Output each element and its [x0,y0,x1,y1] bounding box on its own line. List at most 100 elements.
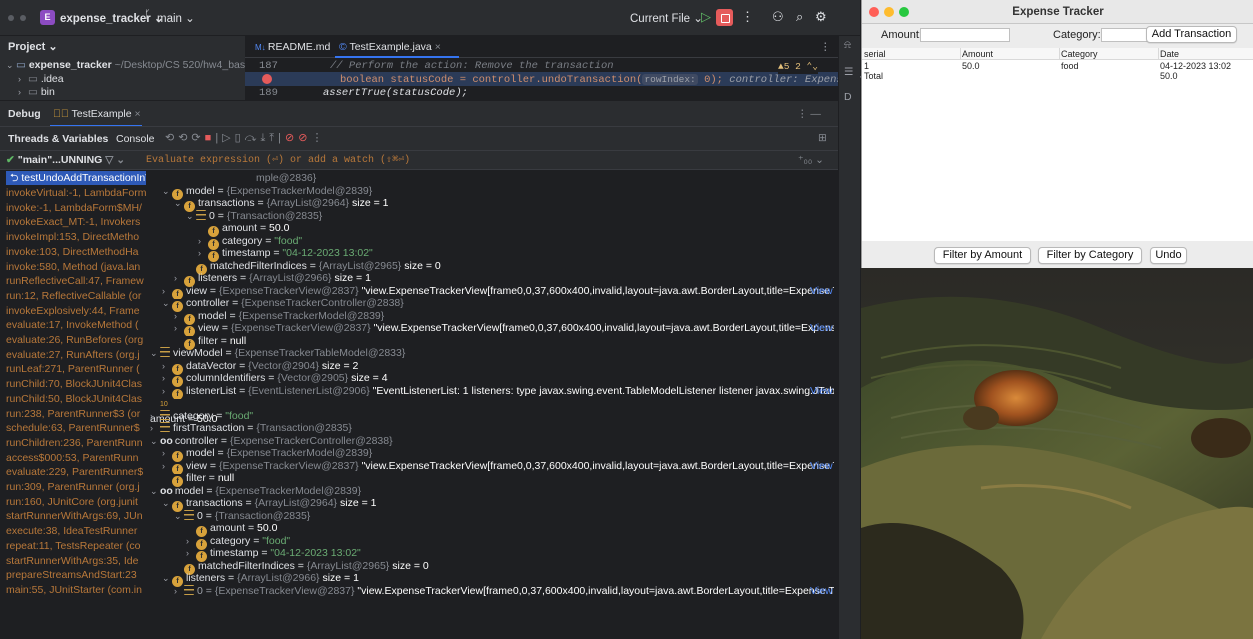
stack-frame[interactable]: run:238, ParentRunner$3 (or [6,407,140,422]
stack-frame[interactable]: startRunnerWithArgs:69, JUn [6,509,143,524]
zoom-window-button[interactable] [899,7,909,17]
stack-frame[interactable]: runChild:70, BlockJUnit4Clas [6,377,142,392]
view-link[interactable]: View [810,384,833,399]
stop-button[interactable] [716,9,733,26]
table-cell[interactable]: 1 [864,61,869,71]
expand-caret-icon[interactable]: ⌄ [162,296,172,311]
close-tab-icon[interactable]: × [435,41,441,53]
account-icon[interactable]: ⚇ [772,9,784,25]
stack-frame[interactable]: main:55, JUnitStarter (com.in [6,583,142,598]
close-session-icon[interactable]: × [135,108,141,120]
settings-icon[interactable]: ⚙ [815,9,827,25]
tab-console[interactable]: Console [116,132,155,147]
stack-frame[interactable]: run:12, ReflectiveCallable (or [6,289,141,304]
expand-caret-icon[interactable]: ⌄ [150,346,160,361]
col-header[interactable]: Category [1061,49,1098,59]
expand-caret-icon[interactable]: ⌄ [162,496,172,511]
stack-frame[interactable]: runLeaf:271, ParentRunner ( [6,362,140,377]
thread-selector[interactable]: ✔ "main"...UNNING ▽ ⌄ [6,153,125,168]
stack-frame[interactable]: evaluate:229, ParentRunner$ [6,465,143,480]
run-icon[interactable]: ▷ [701,9,711,25]
stack-frame[interactable]: invokeVirtual:-1, LambdaForm [6,186,146,201]
code-editor[interactable]: 187 // Perform the action: Remove the tr… [245,58,925,101]
stack-frame[interactable]: runChild:50, BlockJUnit4Clas [6,392,142,407]
tree-item[interactable]: › ▭ bin [18,85,55,100]
add-watch-icon[interactable]: ⁺₀₀ ⌄ [798,153,824,168]
expand-caret-icon[interactable]: ⌄ [162,571,172,586]
expand-caret-icon[interactable]: › [174,584,184,599]
window-dot[interactable] [20,15,26,21]
debug-options-icon[interactable]: ⋮ — [797,107,821,122]
more-icon[interactable]: ⋮ [741,9,754,25]
code-line[interactable]: assertTrue(statusCode); [323,86,468,101]
tab-testexample[interactable]: © TestExample.java × [339,40,441,55]
inspection-widget[interactable]: ▲5 2 ⌃⌄ [778,59,818,74]
variable-row[interactable]: › f view = {ExpenseTrackerView@2837} "view… [162,459,834,474]
add-transaction-button[interactable]: Add Transaction [1146,26,1237,43]
stack-frame[interactable]: repeat:11, TestsRepeater (co [6,539,140,554]
stack-frame[interactable]: startRunnerWithArgs:35, Ide [6,554,138,569]
notifications-icon[interactable]: ⍾ [844,38,851,53]
table-cell[interactable]: 50.0 [962,61,980,71]
stack-frame[interactable]: invoke:580, Method (java.lan [6,260,140,275]
stack-frame[interactable]: invoke:-1, LambdaForm$MH/ [6,201,142,216]
stack-frame[interactable]: runReflectiveCall:47, Framew [6,274,144,289]
stack-frame[interactable]: prepareStreamsAndStart:23 [6,568,137,583]
col-header[interactable]: Amount [962,49,993,59]
debug-session-tab[interactable]: ◁⃝ TestExample × [53,107,141,122]
branch-switcher[interactable]: main ⌄ [157,11,195,25]
stack-frame[interactable]: invokeExact_MT:-1, Invokers [6,215,140,230]
expand-caret-icon[interactable]: ⌄ [174,196,184,211]
run-config-select[interactable]: Current File ⌄ [630,11,703,25]
breakpoint-icon[interactable] [262,74,272,84]
stack-frame[interactable]: access$000:53, ParentRunn [6,451,139,466]
stack-frame[interactable]: run:160, JUnitCore (org.junit [6,495,138,510]
expand-caret-icon[interactable]: ⌄ [150,434,160,449]
table-cell[interactable]: Total [864,71,883,81]
view-link[interactable]: View [810,321,833,336]
layout-icon[interactable]: ⊞ [818,131,827,146]
view-link[interactable]: View [810,459,833,474]
transactions-table[interactable]: serial Amount Category Date 1 50.0 food … [862,48,1253,241]
window-dot[interactable] [8,15,14,21]
database-icon[interactable]: ☰ [844,65,853,80]
stack-frame[interactable]: invokeImpl:153, DirectMetho [6,230,139,245]
tree-root[interactable]: ⌄ ▭ expense_tracker ~/Desktop/CS 520/hw4_… [6,58,267,73]
variable-row[interactable]: › 0 = {ExpenseTrackerView@2837} "view.Exp… [174,584,834,599]
stack-frame[interactable]: invokeExplosively:44, Frame [6,304,140,319]
expand-caret-icon[interactable]: ⌄ [150,484,160,499]
stack-frame[interactable]: invoke:103, DirectMethodHa [6,245,139,260]
table-cell[interactable]: 04-12-2023 13:02 [1160,61,1231,71]
expand-caret-icon[interactable]: ⌄ [186,209,196,224]
tab-threads-variables[interactable]: Threads & Variables [8,132,108,147]
filter-icon[interactable]: ▽ [105,154,113,166]
close-window-button[interactable] [869,7,879,17]
variable-row[interactable]: › f listenerList = {EventListenerList@2906… [162,384,834,399]
table-cell[interactable]: 50.0 [1160,71,1178,81]
expand-caret-icon[interactable]: ⌄ [162,184,172,199]
col-header[interactable]: serial [864,49,886,59]
search-icon[interactable]: ⌕ [796,9,803,25]
amount-input[interactable] [920,28,1010,42]
minimize-window-button[interactable] [884,7,894,17]
undo-button[interactable]: Undo [1150,247,1187,264]
code-line-current[interactable]: boolean statusCode = controller.undoTran… [340,72,925,87]
d-tool-icon[interactable]: D [844,90,852,105]
stepping-toolbar[interactable]: ⟲⟲⟳■|▷▯⤼⤓⤒|⊘⊘⋮ [165,131,326,146]
stack-frame[interactable]: run:309, ParentRunner (org.j [6,480,140,495]
stack-frame[interactable]: runChildren:236, ParentRunn [6,436,143,451]
stack-frame[interactable]: evaluate:27, RunAfters (org.j [6,348,140,363]
tab-menu-icon[interactable]: ⋮ [820,40,831,55]
filter-amount-button[interactable]: Filter by Amount [934,247,1031,264]
project-panel-title[interactable]: Project ⌄ [8,40,58,55]
tab-readme[interactable]: M↓ README.md [255,40,330,55]
stack-frame[interactable]: evaluate:17, InvokeMethod ( [6,318,139,333]
table-cell[interactable]: food [1061,61,1079,71]
stack-frame[interactable]: execute:38, IdeaTestRunner [6,524,137,539]
expand-caret-icon[interactable]: ⌄ [174,509,184,524]
view-link[interactable]: View [810,284,833,299]
stack-frame[interactable]: schedule:63, ParentRunner$ [6,421,140,436]
view-link[interactable]: View [810,584,833,599]
col-header[interactable]: Date [1160,49,1179,59]
filter-category-button[interactable]: Filter by Category [1038,247,1142,264]
